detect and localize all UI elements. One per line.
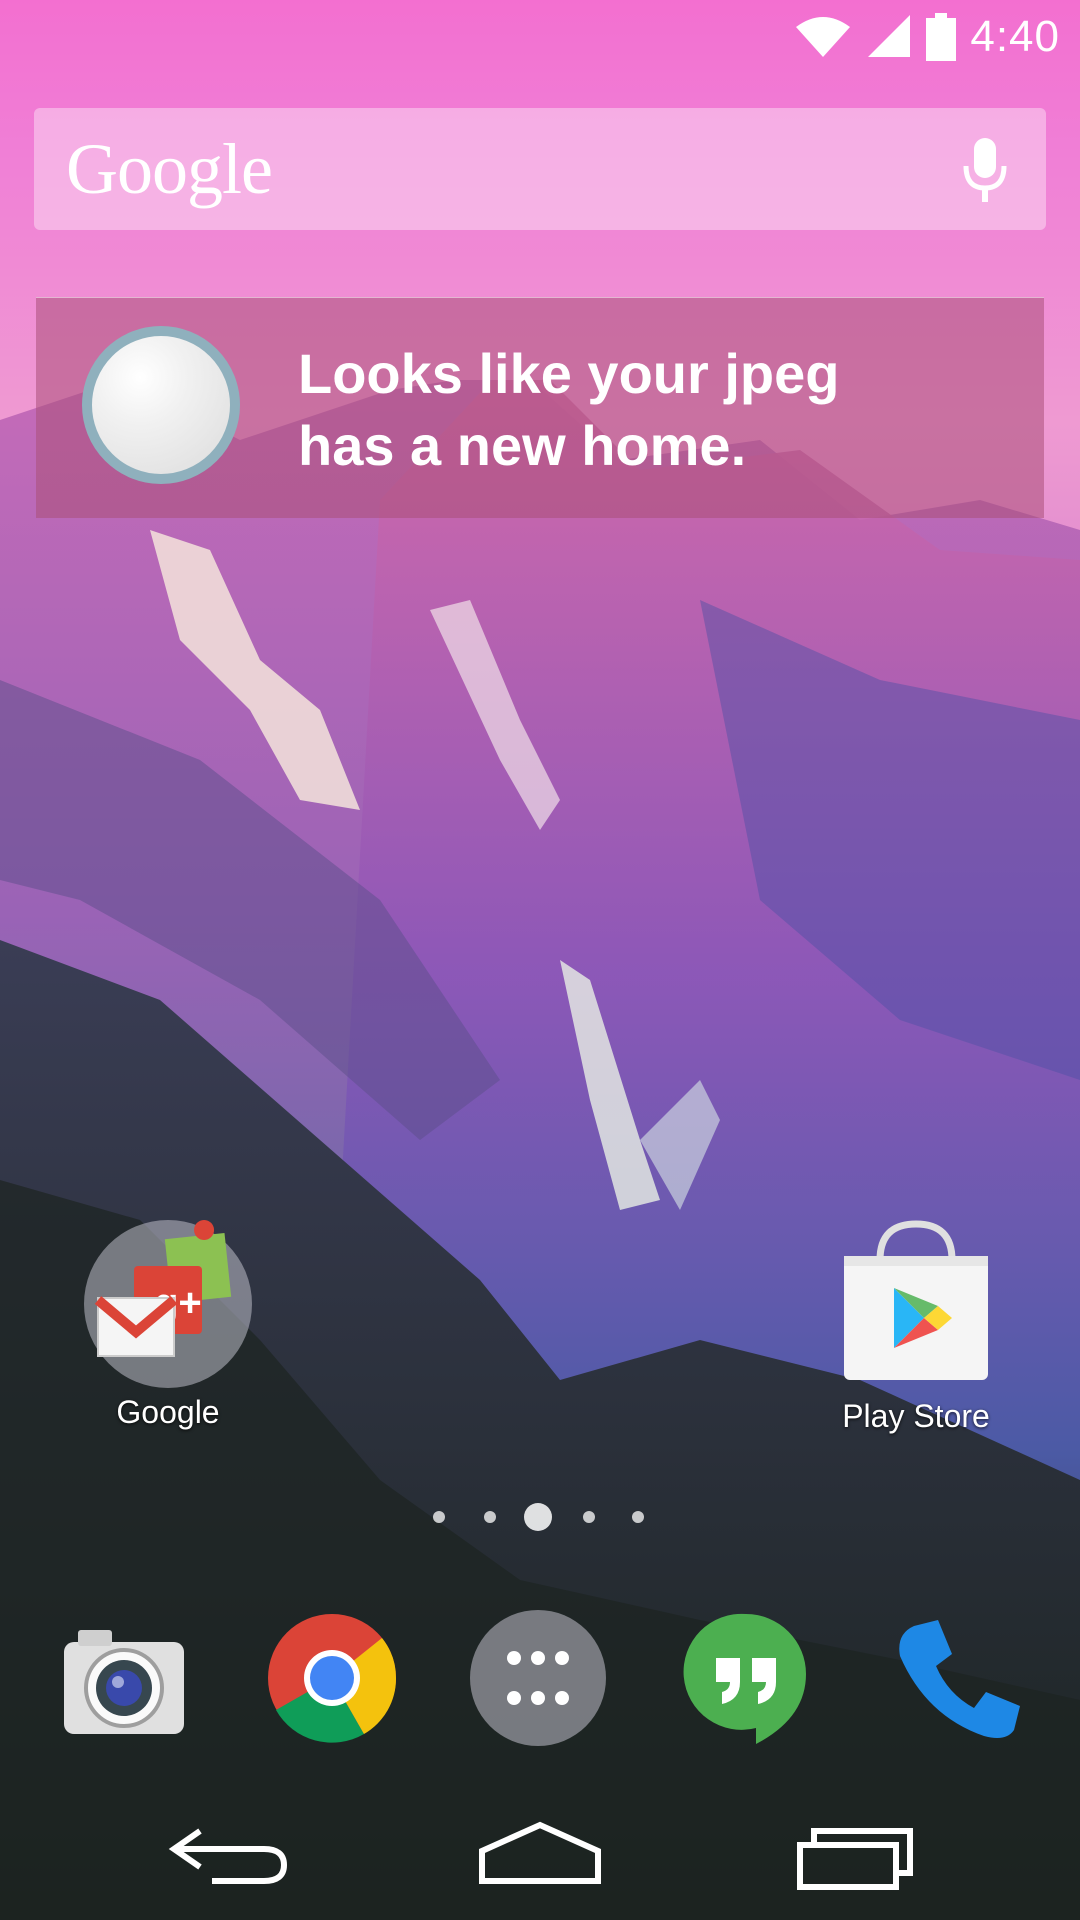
status-bar: 4:40 [0, 0, 1080, 75]
battery-icon [926, 13, 957, 61]
app-label-play-store: Play Store [842, 1398, 990, 1434]
google-logo: Google [66, 129, 273, 209]
banner-line-1: Looks like your jpeg [298, 342, 840, 405]
message-banner: Looks like your jpeg has a new home. [36, 297, 1044, 518]
banner-line-2: has a new home. [298, 414, 747, 477]
google-folder-icon: g+ [84, 1220, 252, 1388]
app-label-google: Google [116, 1394, 220, 1430]
phone-icon [899, 1620, 1020, 1738]
google-folder[interactable]: g+ Google [78, 1220, 258, 1431]
home-icon [479, 1821, 601, 1884]
hangouts-icon [683, 1613, 806, 1744]
back-button[interactable] [160, 1815, 300, 1895]
page-dot [632, 1511, 644, 1523]
signal-icon [868, 15, 911, 57]
app-drawer-button[interactable] [468, 1608, 608, 1748]
play-store-icon [844, 1220, 988, 1380]
wifi-icon [796, 17, 851, 57]
circle-icon [82, 326, 240, 484]
phone-app[interactable] [886, 1608, 1026, 1748]
camera-icon [64, 1630, 184, 1734]
app-drawer-icon [470, 1610, 606, 1746]
recents-button[interactable] [790, 1815, 930, 1895]
clock: 4:40 [970, 12, 1060, 61]
mic-icon[interactable] [960, 136, 1010, 206]
chrome-app[interactable] [262, 1608, 402, 1748]
page-dot [583, 1511, 595, 1523]
chrome-icon [268, 1614, 397, 1743]
google-search-bar[interactable]: Google [34, 108, 1046, 230]
page-dot-current [524, 1503, 552, 1531]
hangouts-app[interactable] [676, 1608, 816, 1748]
recents-icon [797, 1828, 913, 1890]
navigation-bar [0, 1795, 1080, 1920]
page-dot [433, 1511, 445, 1523]
home-button[interactable] [470, 1815, 610, 1895]
camera-app[interactable] [54, 1608, 194, 1748]
page-indicator [0, 1502, 1080, 1532]
back-icon [168, 1828, 288, 1884]
play-store-app[interactable]: Play Store [826, 1220, 1006, 1435]
page-dot [484, 1511, 496, 1523]
banner-message: Looks like your jpeg has a new home. [298, 338, 1018, 482]
